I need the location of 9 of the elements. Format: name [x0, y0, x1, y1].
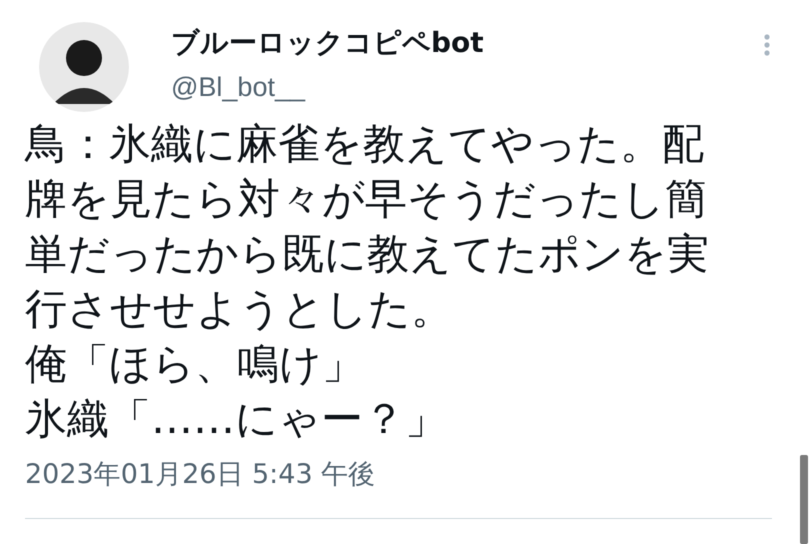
tweet-text: 俺「ほら、鳴け」	[25, 338, 364, 390]
avatar-icon[interactable]	[39, 22, 129, 112]
author-handle[interactable]: @Bl_bot__	[171, 70, 722, 104]
author-name[interactable]: ブルーロックコピペbot	[171, 26, 722, 60]
scrollbar[interactable]	[800, 455, 808, 544]
tweet-text: 鳥：氷織に麻雀を教えてやった。配牌を見たら対々が早そうだったし簡単だったから既に教えてたポンを実行させせようとした。	[25, 118, 710, 335]
tweet-timestamp: 2023年01月26日 5:43 午後	[25, 458, 376, 492]
tweet-text: 氷織「……にゃー？」	[25, 393, 447, 445]
more-options-icon[interactable]	[764, 34, 770, 56]
